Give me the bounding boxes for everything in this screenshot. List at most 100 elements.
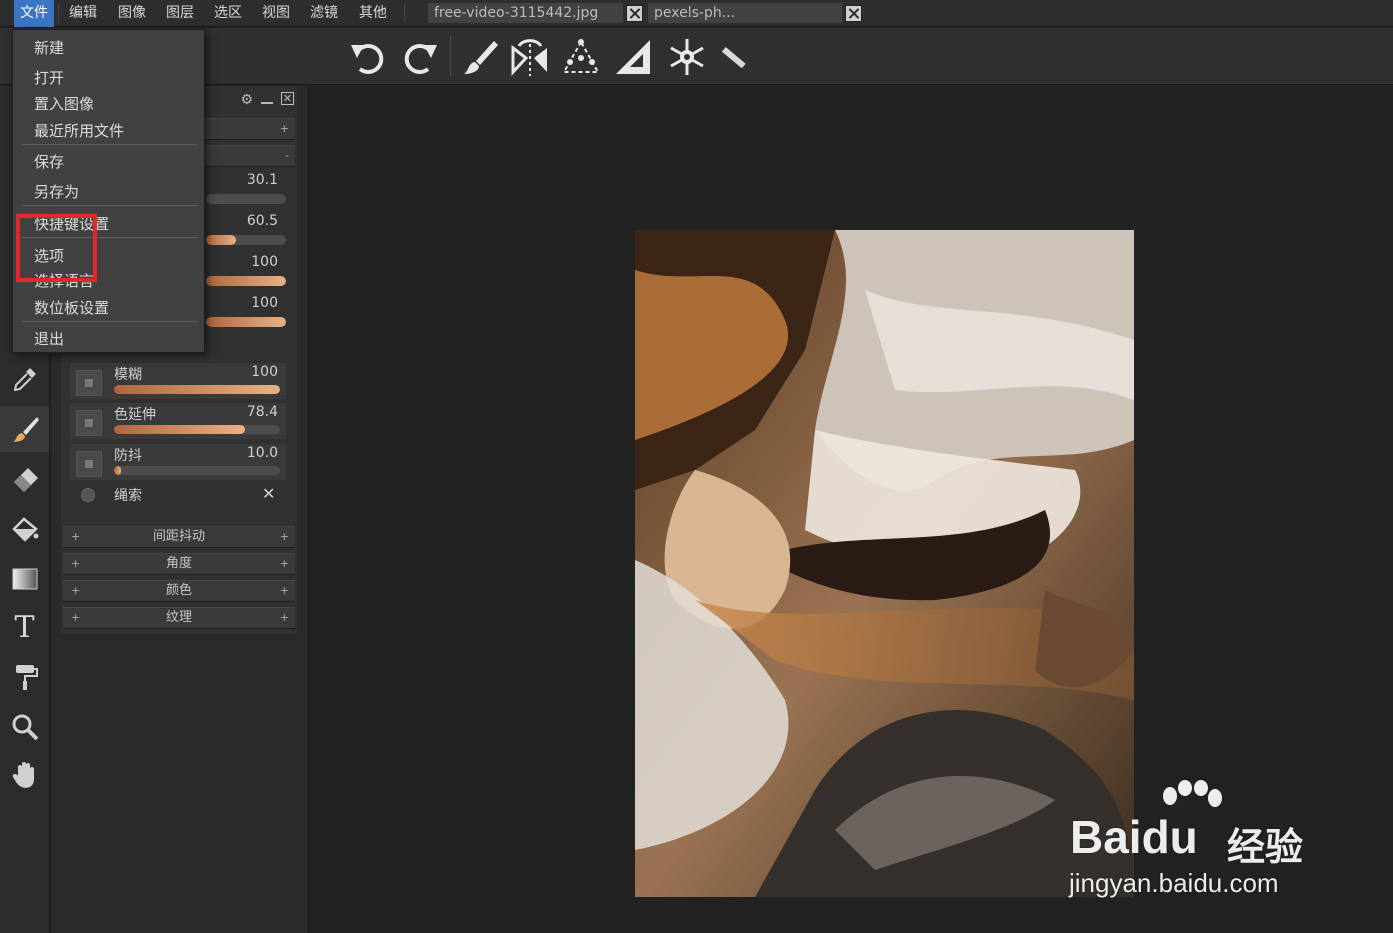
slider-blur-checkbox[interactable] xyxy=(76,370,102,396)
expand-icon: + xyxy=(279,611,289,624)
expand-icon: + xyxy=(279,584,289,597)
menu-filter[interactable]: 滤镜 xyxy=(304,0,344,27)
slider-track[interactable] xyxy=(206,276,286,286)
slider-stabilizer-track[interactable] xyxy=(114,466,280,475)
slider-color-stretch[interactable]: 色延伸 78.4 xyxy=(70,403,286,439)
undo-icon[interactable] xyxy=(345,34,391,80)
menu-item-shortcuts[interactable]: 快捷键设置 xyxy=(34,213,109,234)
menu-item-recent-files[interactable]: 最近所用文件 xyxy=(34,120,124,141)
section-color[interactable]: + 颜色 + xyxy=(63,580,295,602)
wrench-icon[interactable]: ✕ xyxy=(262,484,275,503)
section-title: 间距抖动 xyxy=(152,529,205,544)
slider-stabilizer-value: 10.0 xyxy=(246,445,278,461)
menu-item-save[interactable]: 保存 xyxy=(34,151,64,172)
slider-track[interactable] xyxy=(206,194,286,204)
section-title: 角度 xyxy=(165,556,192,571)
section-texture[interactable]: + 纹理 + xyxy=(63,607,295,629)
slider-stabilizer[interactable]: 防抖 10.0 xyxy=(70,444,286,480)
gear-icon[interactable]: ⚙ xyxy=(240,92,253,108)
slider-blur-label: 模糊 xyxy=(114,367,142,383)
top-toolbar xyxy=(0,28,1393,85)
slider-blur-track[interactable] xyxy=(114,385,280,394)
slider-color-stretch-value: 78.4 xyxy=(246,404,278,420)
slider-track[interactable] xyxy=(206,235,286,245)
menu-item-new[interactable]: 新建 xyxy=(34,37,64,58)
menu-other[interactable]: 其他 xyxy=(353,0,393,27)
brush-icon[interactable] xyxy=(0,406,49,452)
fill-bucket-icon[interactable] xyxy=(0,506,49,552)
eyedropper-icon[interactable] xyxy=(0,356,49,402)
watermark-suffix: 经验 xyxy=(1227,827,1304,869)
symmetry-icon[interactable] xyxy=(507,34,553,80)
menu-file[interactable]: 文件 xyxy=(14,0,54,27)
menu-separator xyxy=(21,321,197,322)
perspective-icon[interactable] xyxy=(558,34,604,80)
close-tab-2-icon[interactable] xyxy=(845,5,862,22)
expand-icon: + xyxy=(279,530,289,543)
redo-icon[interactable] xyxy=(397,34,443,80)
menu-image[interactable]: 图像 xyxy=(112,0,152,27)
document-tab-2[interactable]: pexels-ph... xyxy=(648,3,842,23)
slider-track[interactable] xyxy=(206,317,286,327)
expand-icon: + xyxy=(71,530,81,543)
eraser-icon[interactable] xyxy=(0,456,49,502)
lasso-label: 绳索 xyxy=(114,488,142,504)
menu-divider xyxy=(58,4,59,23)
zoom-icon[interactable] xyxy=(0,704,49,750)
slider-blur-value: 100 xyxy=(251,364,278,380)
menu-select[interactable]: 选区 xyxy=(208,0,248,27)
slider-value: 60.5 xyxy=(246,213,278,229)
section-title: 颜色 xyxy=(165,583,192,598)
section-title: 纹理 xyxy=(165,610,192,625)
menu-item-save-as[interactable]: 另存为 xyxy=(34,181,79,202)
minimize-icon[interactable] xyxy=(261,102,273,104)
ruler-icon[interactable] xyxy=(710,34,756,80)
watermark-url: jingyan.baidu.com xyxy=(1069,868,1279,898)
menu-layer[interactable]: 图层 xyxy=(160,0,200,27)
toolbar-divider xyxy=(450,36,451,76)
menu-view[interactable]: 视图 xyxy=(256,0,296,27)
menu-edit[interactable]: 编辑 xyxy=(63,0,103,27)
collapse-icon: - xyxy=(285,149,289,162)
section-angle[interactable]: + 角度 + xyxy=(63,553,295,575)
slider-blur[interactable]: 模糊 100 xyxy=(70,363,286,399)
expand-icon: + xyxy=(71,584,81,597)
slider-color-stretch-label: 色延伸 xyxy=(114,407,156,423)
lasso-radio[interactable] xyxy=(81,488,95,502)
menu-bar: 文件 编辑 图像 图层 选区 视图 滤镜 其他 free-video-31154… xyxy=(0,0,1393,27)
brush-tool-icon[interactable] xyxy=(457,34,503,80)
slider-value: 100 xyxy=(251,254,278,270)
section-spacing-jitter[interactable]: + 间距抖动 + xyxy=(63,526,295,548)
expand-icon: + xyxy=(71,611,81,624)
gradient-icon[interactable] xyxy=(0,556,49,602)
slider-stabilizer-checkbox[interactable] xyxy=(76,451,102,477)
close-tab-1-icon[interactable] xyxy=(626,5,643,22)
hand-icon[interactable] xyxy=(0,752,49,798)
paint-roller-icon[interactable] xyxy=(0,654,49,700)
menu-separator xyxy=(21,144,197,145)
baidu-watermark: Baidu 经验 jingyan.baidu.com xyxy=(1065,780,1365,910)
slider-color-stretch-track[interactable] xyxy=(114,425,280,434)
menu-item-exit[interactable]: 退出 xyxy=(34,328,64,349)
expand-icon: + xyxy=(279,122,289,135)
menu-item-open[interactable]: 打开 xyxy=(34,67,64,88)
panel-header-controls: ⚙ ✕ xyxy=(240,92,294,108)
menu-item-options[interactable]: 选项 xyxy=(34,245,64,266)
snowflake-icon[interactable] xyxy=(664,34,710,80)
text-icon[interactable]: T xyxy=(0,604,49,650)
menu-item-place-image[interactable]: 置入图像 xyxy=(34,93,94,114)
menu-item-tablet-settings[interactable]: 数位板设置 xyxy=(34,297,109,318)
menu-divider xyxy=(404,4,405,23)
canvas-image[interactable] xyxy=(635,230,1134,897)
slider-stabilizer-label: 防抖 xyxy=(114,448,142,464)
ruler-triangle-icon[interactable] xyxy=(610,34,656,80)
menu-separator xyxy=(21,205,197,206)
paw-icon xyxy=(1163,780,1222,807)
document-tab-1[interactable]: free-video-3115442.jpg xyxy=(428,3,623,23)
menu-item-language[interactable]: 选择语言 xyxy=(34,270,94,291)
file-dropdown-menu: 新建 打开 置入图像 最近所用文件 保存 另存为 快捷键设置 选项 选择语言 数… xyxy=(12,29,205,353)
menu-separator xyxy=(21,237,197,238)
slider-color-stretch-checkbox[interactable] xyxy=(76,410,102,436)
slider-value: 30.1 xyxy=(246,172,278,188)
close-panel-icon[interactable]: ✕ xyxy=(281,92,294,105)
